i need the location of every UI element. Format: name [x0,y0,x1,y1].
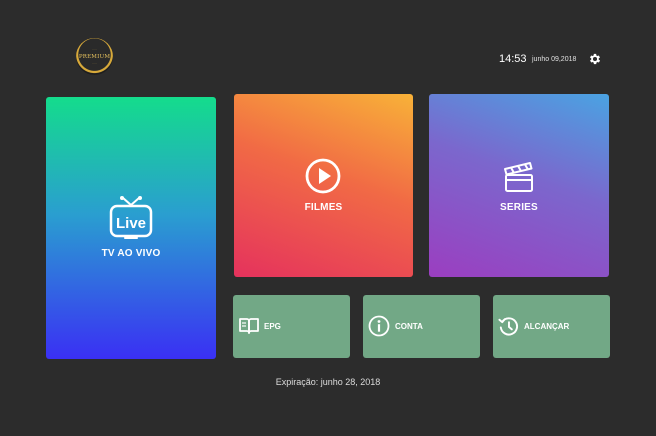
logo-text: PREMIUM [78,53,111,60]
logo-small-text-bottom: ····· [92,62,97,65]
book-icon [239,318,259,334]
expiry-text: Expiração: junho 28, 2018 [275,377,381,387]
filmes-tile[interactable]: FILMES [234,94,413,277]
clock-time: 14:53 [499,53,527,65]
alcancar-tile[interactable]: ALCANÇAR [493,295,610,358]
live-tv-label: TV AO VIVO [101,248,161,259]
alcancar-label: ALCANÇAR [524,322,570,331]
epg-label: EPG [264,322,281,331]
info-icon [368,315,390,337]
clapperboard-icon [504,162,533,192]
epg-tile[interactable]: EPG [233,295,350,358]
logo-small-text-top: ····· [92,48,97,51]
live-icon-text: Live [116,215,147,232]
history-icon [498,317,518,336]
gear-icon[interactable] [588,52,602,66]
series-label: SERIES [500,202,538,213]
series-tile[interactable]: SERIES [429,94,609,277]
premium-logo: ····· PREMIUM ····· [76,38,113,75]
live-tv-tile[interactable]: Live TV AO VIVO [46,97,216,359]
clock-date: junho 09,2018 [532,56,577,63]
conta-label: CONTA [395,322,423,331]
filmes-label: FILMES [304,202,343,213]
conta-tile[interactable]: CONTA [363,295,480,358]
play-circle-icon [305,158,341,194]
